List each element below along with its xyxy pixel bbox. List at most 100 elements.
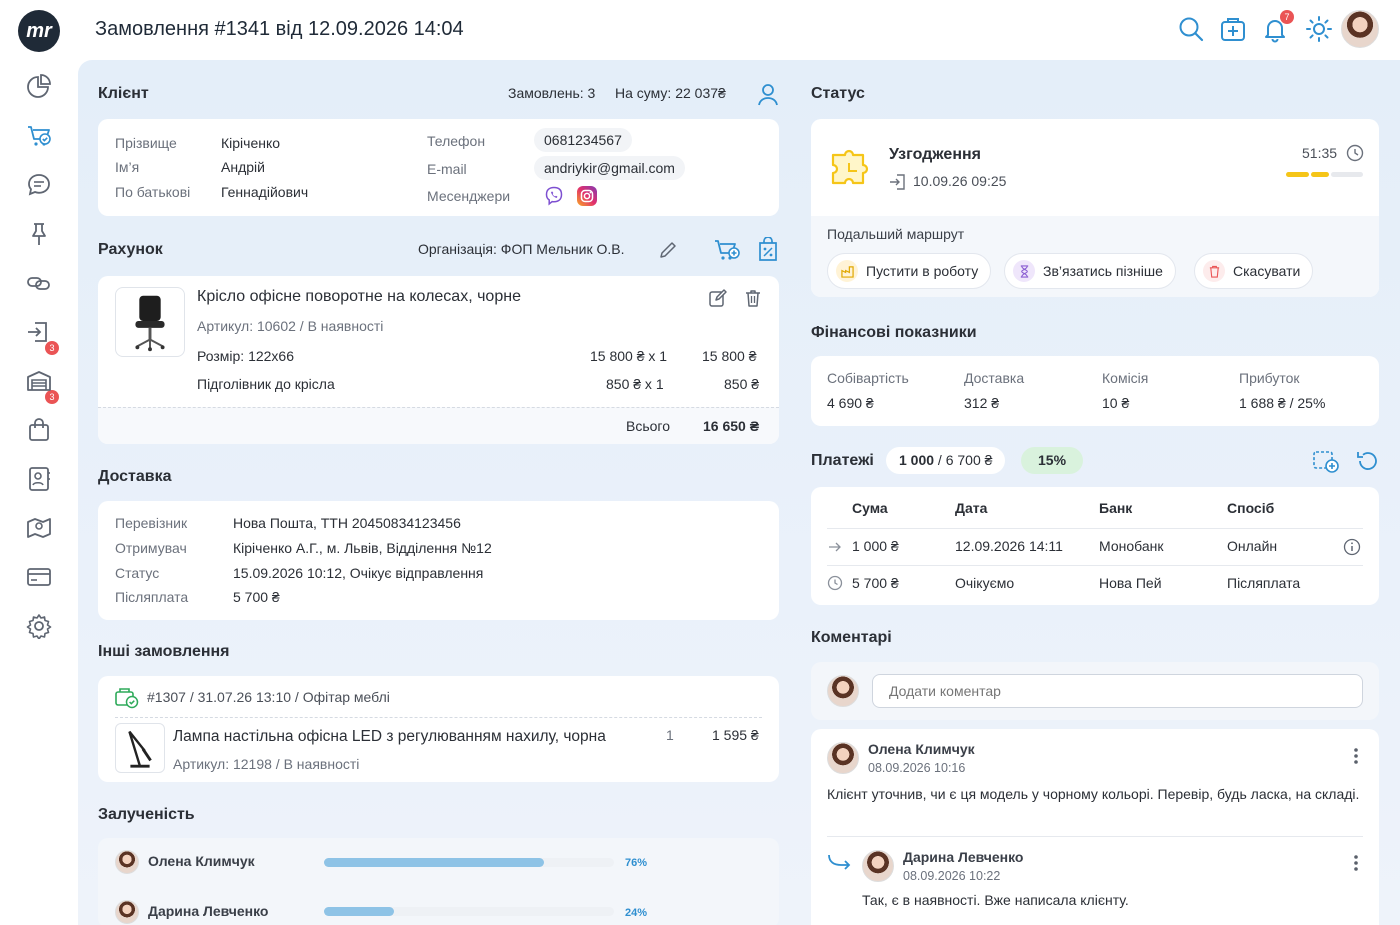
other-order-card: #1307 / 31.07.26 13:10 / Офітар меблі Ла… xyxy=(98,676,779,782)
chair-image xyxy=(115,287,185,357)
payments-amount-pill: 1 000 / 6 700 ₴ xyxy=(886,447,1006,474)
surname-value: Кіріченко xyxy=(221,135,281,151)
delivery-title: Доставка xyxy=(98,468,172,485)
payment-date: 12.09.2026 14:11 xyxy=(955,538,1063,554)
other-product-availability: В наявності xyxy=(283,756,360,772)
contact-later-button[interactable]: Зв’язатись пізніше xyxy=(1004,253,1176,289)
search-icon[interactable] xyxy=(1176,14,1206,44)
other-product-qty: 1 xyxy=(666,727,674,743)
phone-value[interactable]: 0681234567 xyxy=(534,128,632,152)
name-value: Андрій xyxy=(221,159,265,175)
surname-label: Прізвище xyxy=(115,135,177,151)
cart-check-icon[interactable] xyxy=(26,123,54,151)
status-stage: Узгодження xyxy=(889,146,981,163)
addon-name: Підголівник до крісла xyxy=(197,376,335,392)
other-product-meta: Артикул: 12198 / В наявності xyxy=(173,756,360,772)
product-size: Розмір: 122х66 xyxy=(197,348,295,364)
client-title: Клієнт xyxy=(98,85,149,102)
status-entered: 10.09.26 09:25 xyxy=(913,173,1007,189)
finance-label: Доставка xyxy=(964,370,1025,386)
finance-value: 4 690 ₴ xyxy=(827,395,874,411)
other-order-divider xyxy=(115,717,762,718)
cancel-order-button[interactable]: Скасувати xyxy=(1194,253,1314,289)
discount-icon[interactable] xyxy=(757,237,779,263)
comment-divider xyxy=(827,836,1363,837)
comment-date: 08.09.2026 10:22 xyxy=(903,869,1001,883)
current-user-avatar xyxy=(827,675,859,707)
payments-col-header: Дата xyxy=(955,500,988,516)
payment-amount: 5 700 ₴ xyxy=(852,575,899,591)
payments-row-divider xyxy=(827,565,1363,566)
chat-icon[interactable] xyxy=(26,172,54,200)
instagram-icon[interactable] xyxy=(577,186,597,206)
product-name: Крісло офісне поворотне на колесах, чорн… xyxy=(197,288,521,305)
product-line-total: 15 800 ₴ xyxy=(702,348,757,364)
cancel-order-label: Скасувати xyxy=(1233,263,1301,279)
card-icon[interactable] xyxy=(26,564,54,592)
patronymic-label: По батькові xyxy=(115,184,191,200)
add-to-cart-icon[interactable] xyxy=(713,237,741,263)
sun-icon[interactable] xyxy=(1304,14,1334,44)
factory-icon xyxy=(836,260,858,282)
status-progress-seg xyxy=(1331,172,1363,177)
client-orders-sum: На суму: 22 037₴ xyxy=(615,85,726,101)
payments-paid: 1 000 xyxy=(899,452,935,468)
comment-input[interactable] xyxy=(872,674,1363,708)
warehouse-icon[interactable] xyxy=(26,368,54,396)
chart-pie-icon[interactable] xyxy=(26,74,54,102)
delivery-card: Перевізник Нова Пошта, ТТН 2045083412345… xyxy=(98,501,779,620)
delete-product-icon[interactable] xyxy=(743,288,763,308)
invoice-title: Рахунок xyxy=(98,241,163,258)
link-icon[interactable] xyxy=(26,270,54,298)
finance-value: 10 ₴ xyxy=(1102,395,1130,411)
client-profile-icon[interactable] xyxy=(756,82,780,106)
involvement-avatar xyxy=(115,900,139,924)
pin-icon[interactable] xyxy=(26,221,54,249)
settings-icon[interactable] xyxy=(26,613,54,641)
start-work-button[interactable]: Пустити в роботу xyxy=(827,253,992,289)
comment-author-avatar xyxy=(827,742,859,774)
edit-organization-icon[interactable] xyxy=(658,240,678,260)
add-package-icon[interactable] xyxy=(1218,14,1248,44)
comment-author-avatar xyxy=(862,850,894,882)
comment-input-row xyxy=(811,662,1379,720)
comment-menu-icon[interactable] xyxy=(1353,854,1359,872)
status-progress-seg xyxy=(1286,172,1309,177)
involvement-percent: 76% xyxy=(625,857,648,869)
user-avatar[interactable] xyxy=(1341,10,1379,48)
finance-title: Фінансові показники xyxy=(811,324,977,341)
add-payment-icon[interactable] xyxy=(1312,449,1340,475)
pending-clock-icon xyxy=(827,575,843,591)
other-order-ref[interactable]: #1307 / 31.07.26 13:10 / Офітар меблі xyxy=(147,689,390,705)
invoice-total-row: Всього 16 650 ₴ xyxy=(98,407,779,444)
status-progress xyxy=(1286,172,1363,178)
map-icon[interactable] xyxy=(26,515,54,543)
cod-value: 5 700 ₴ xyxy=(233,589,280,605)
app-logo[interactable]: mr xyxy=(18,10,60,52)
finance-value: 312 ₴ xyxy=(964,395,1000,411)
info-icon[interactable] xyxy=(1343,538,1361,556)
invoice-organization: Організація: ФОП Мельник О.В. xyxy=(418,241,625,257)
payments-percent: 15% xyxy=(1021,447,1084,474)
total-label: Всього xyxy=(626,418,671,434)
involvement-bar-fill xyxy=(324,858,545,867)
reply-arrow-icon xyxy=(827,851,853,873)
contacts-icon[interactable] xyxy=(26,466,54,494)
payments-card: Сума Дата Банк Спосіб 1 000 ₴ 12.09.2026… xyxy=(811,487,1379,605)
order-delivered-icon xyxy=(115,687,139,709)
edit-product-icon[interactable] xyxy=(708,288,728,308)
refresh-icon[interactable] xyxy=(1355,449,1379,473)
bag-icon[interactable] xyxy=(26,417,54,445)
carrier-value: Нова Пошта, ТТН 20450834123456 xyxy=(233,515,461,531)
product-availability: В наявності xyxy=(307,318,384,334)
page-title: Замовлення #1341 від 12.09.2026 14:04 xyxy=(95,18,464,40)
product-price-qty: 15 800 ₴ x 1 xyxy=(590,348,668,364)
comment-menu-icon[interactable] xyxy=(1353,747,1359,765)
sidebar: 3 3 xyxy=(0,60,78,925)
import-icon[interactable] xyxy=(26,319,54,347)
viber-icon[interactable] xyxy=(544,186,564,206)
lamp-image xyxy=(115,723,165,773)
email-value[interactable]: andriykir@gmail.com xyxy=(534,156,685,180)
product-meta: Артикул: 10602 / В наявності xyxy=(197,318,384,334)
contact-later-label: Зв’язатись пізніше xyxy=(1043,263,1163,279)
